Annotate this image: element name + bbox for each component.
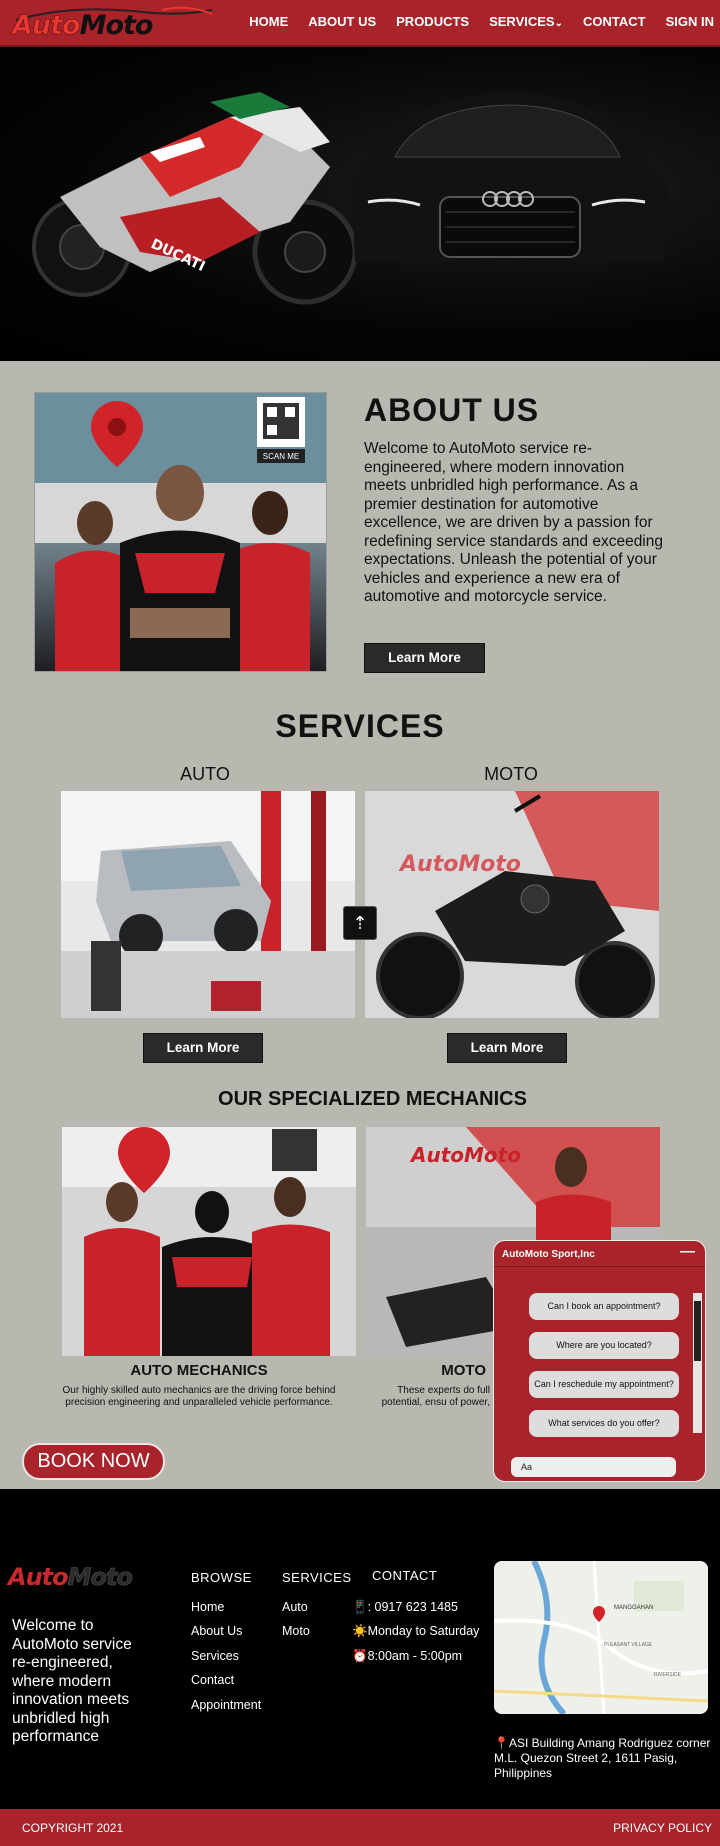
- automoto-logo[interactable]: AutoMoto: [12, 6, 220, 42]
- hero-vehicles-image: DUCATI: [32, 92, 668, 305]
- chat-header: AutoMoto Sport,Inc —: [494, 1241, 705, 1267]
- footer-welcome-text: Welcome to AutoMoto service re-engineere…: [12, 1617, 132, 1745]
- service-label-moto: MOTO: [484, 764, 538, 784]
- nav-home[interactable]: HOME: [249, 14, 288, 29]
- bottom-bar: COPYRIGHT 2021 PRIVACY POLICY: [0, 1809, 720, 1846]
- footer-link-services[interactable]: Services: [191, 1649, 239, 1663]
- moto-showroom-image: AutoMoto: [365, 791, 659, 1018]
- location-map[interactable]: MANGGAHAN PLEASANT VILLAGE RIVERSIDE: [494, 1561, 708, 1714]
- car-illustration: [352, 92, 668, 262]
- footer-logo[interactable]: AutoMoto: [8, 1563, 133, 1592]
- minimize-icon[interactable]: —: [680, 1243, 695, 1260]
- svg-text:PLEASANT VILLAGE: PLEASANT VILLAGE: [604, 1642, 653, 1648]
- chat-quick-reply-services[interactable]: What services do you offer?: [529, 1410, 679, 1437]
- moto-learn-more-button[interactable]: Learn More: [447, 1033, 567, 1063]
- svg-text:AutoMoto: AutoMoto: [409, 1143, 521, 1167]
- chat-scrollbar-thumb[interactable]: [694, 1301, 701, 1361]
- auto-mechanics-name: AUTO MECHANICS: [130, 1362, 268, 1379]
- chat-message-input[interactable]: Aa: [511, 1457, 676, 1477]
- chevron-down-icon: ⌄: [554, 18, 563, 29]
- nav-products[interactable]: PRODUCTS: [396, 14, 469, 29]
- svg-text:MANGGAHAN: MANGGAHAN: [614, 1605, 653, 1611]
- auto-garage-image: [61, 791, 355, 1018]
- chat-title: AutoMoto Sport,Inc: [502, 1249, 595, 1260]
- about-learn-more-button[interactable]: Learn More: [364, 643, 485, 673]
- nav-about-us[interactable]: ABOUT US: [308, 14, 376, 29]
- nav-contact[interactable]: CONTACT: [583, 14, 646, 29]
- moto-service-image[interactable]: AutoMoto: [365, 791, 659, 1018]
- top-navbar: AutoMoto HOME ABOUT US PRODUCTS SERVICES…: [0, 0, 720, 47]
- mechanics-title: OUR SPECIALIZED MECHANICS: [218, 1088, 527, 1110]
- nav-services-label: SERVICES: [489, 14, 555, 29]
- hero-banner: DUCATI: [0, 47, 720, 361]
- arrow-up-icon: ⇡: [352, 913, 368, 933]
- auto-mechanics-description: Our highly skilled auto mechanics are th…: [62, 1385, 336, 1408]
- service-label-auto: AUTO: [180, 764, 230, 784]
- chat-quick-reply-location[interactable]: Where are you located?: [529, 1332, 679, 1359]
- team-photo-image: SCAN ME: [35, 393, 326, 671]
- auto-mechanics-photo: [62, 1127, 356, 1356]
- footer-address: 📍ASI Building Amang Rodriguez corner M.L…: [494, 1736, 711, 1780]
- logo-text: AutoMoto: [12, 10, 154, 42]
- footer-contact-heading: CONTACT: [372, 1568, 438, 1583]
- chat-widget: AutoMoto Sport,Inc — Can I book an appoi…: [493, 1240, 706, 1482]
- chat-scrollbar[interactable]: [693, 1293, 702, 1433]
- nav-services[interactable]: SERVICES⌄: [489, 14, 563, 29]
- footer-phone: 📱: 0917 623 1485: [352, 1600, 458, 1614]
- privacy-policy-link[interactable]: PRIVACY POLICY: [613, 1821, 712, 1835]
- footer-link-about-us[interactable]: About Us: [191, 1624, 242, 1638]
- scroll-to-top-button[interactable]: ⇡: [343, 906, 377, 940]
- chat-quick-reply-book[interactable]: Can I book an appointment?: [529, 1293, 679, 1320]
- footer-link-moto[interactable]: Moto: [282, 1624, 310, 1638]
- footer: AutoMoto Welcome to AutoMoto service re-…: [0, 1489, 720, 1809]
- svg-text:RIVERSIDE: RIVERSIDE: [654, 1672, 682, 1678]
- auto-service-image[interactable]: [61, 791, 355, 1018]
- footer-link-appointment[interactable]: Appointment: [191, 1698, 261, 1712]
- footer-hours: ⏰8:00am - 5:00pm: [352, 1649, 463, 1663]
- book-now-button[interactable]: BOOK NOW: [22, 1443, 165, 1480]
- auto-learn-more-button[interactable]: Learn More: [143, 1033, 263, 1063]
- copyright-text: COPYRIGHT 2021: [22, 1821, 124, 1835]
- motorcycle-illustration: DUCATI: [32, 92, 358, 305]
- moto-mechanics-name: MOTO: [441, 1362, 486, 1379]
- about-title: ABOUT US: [364, 392, 540, 428]
- nav-sign-in[interactable]: SIGN IN: [666, 14, 714, 29]
- chat-quick-reply-reschedule[interactable]: Can I reschedule my appointment?: [529, 1371, 679, 1398]
- qr-scan-label: SCAN ME: [263, 452, 299, 461]
- nav-links: HOME ABOUT US PRODUCTS SERVICES⌄ CONTACT…: [229, 14, 714, 29]
- services-title: SERVICES: [275, 708, 445, 744]
- footer-services-heading: SERVICES: [282, 1570, 352, 1585]
- about-description: Welcome to AutoMoto service re-engineere…: [364, 440, 663, 605]
- footer-days: ☀️Monday to Saturday: [352, 1624, 480, 1638]
- footer-link-auto[interactable]: Auto: [282, 1600, 308, 1614]
- footer-browse-heading: BROWSE: [191, 1570, 252, 1585]
- footer-link-home[interactable]: Home: [191, 1600, 224, 1614]
- map-image: MANGGAHAN PLEASANT VILLAGE RIVERSIDE: [494, 1561, 708, 1714]
- auto-mechanics-image: [62, 1127, 356, 1356]
- about-team-photo: SCAN ME: [34, 392, 327, 672]
- footer-link-contact[interactable]: Contact: [191, 1673, 234, 1687]
- moto-mechanics-description: These experts do full potential, ensu of…: [381, 1385, 490, 1408]
